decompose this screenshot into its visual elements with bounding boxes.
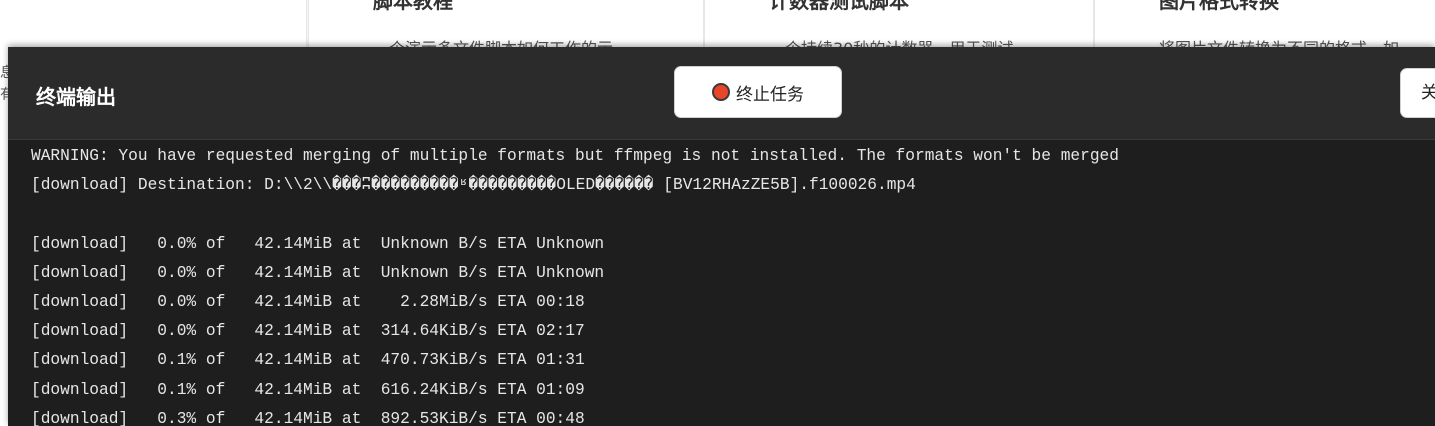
close-button[interactable]: 关闭 bbox=[1400, 68, 1435, 118]
log-line: [download] Destination: D:\\2\\���ʭ�����… bbox=[31, 176, 916, 195]
terminal-output-panel: 终端输出 终止任务 关闭 WARNING: You have requested… bbox=[8, 47, 1435, 426]
card-title: 脚本教程 bbox=[373, 0, 453, 13]
log-line: [download] 0.0% of 42.14MiB at Unknown B… bbox=[31, 263, 605, 282]
stop-record-icon bbox=[712, 83, 730, 101]
log-line: [download] 0.0% of 42.14MiB at 2.28MiB/s… bbox=[31, 292, 585, 311]
log-line: [download] 0.0% of 42.14MiB at 314.64KiB… bbox=[31, 322, 585, 341]
sidebar-edge-line: 有 bbox=[0, 87, 8, 103]
log-line: [download] 0.3% of 42.14MiB at 892.53KiB… bbox=[31, 409, 585, 426]
log-line: [download] 0.1% of 42.14MiB at 616.24KiB… bbox=[31, 380, 585, 399]
sidebar-edge-text: 息 有 bbox=[0, 62, 8, 142]
log-line: WARNING: You have requested merging of m… bbox=[31, 147, 1119, 165]
card-title: 计数器测试脚本 bbox=[769, 0, 909, 13]
card-title: 图片格式转换 bbox=[1159, 0, 1279, 13]
log-line: [download] 0.1% of 42.14MiB at 470.73KiB… bbox=[31, 351, 585, 370]
log-line: [download] 0.0% of 42.14MiB at Unknown B… bbox=[31, 234, 605, 253]
stop-task-label: 终止任务 bbox=[736, 84, 804, 105]
terminal-log[interactable]: WARNING: You have requested merging of m… bbox=[8, 140, 1435, 426]
terminal-title: 终端输出 bbox=[36, 85, 116, 109]
terminal-header: 终端输出 终止任务 关闭 bbox=[8, 47, 1435, 140]
stop-task-button[interactable]: 终止任务 bbox=[674, 66, 842, 118]
sidebar-edge-line: 息 bbox=[0, 65, 8, 81]
